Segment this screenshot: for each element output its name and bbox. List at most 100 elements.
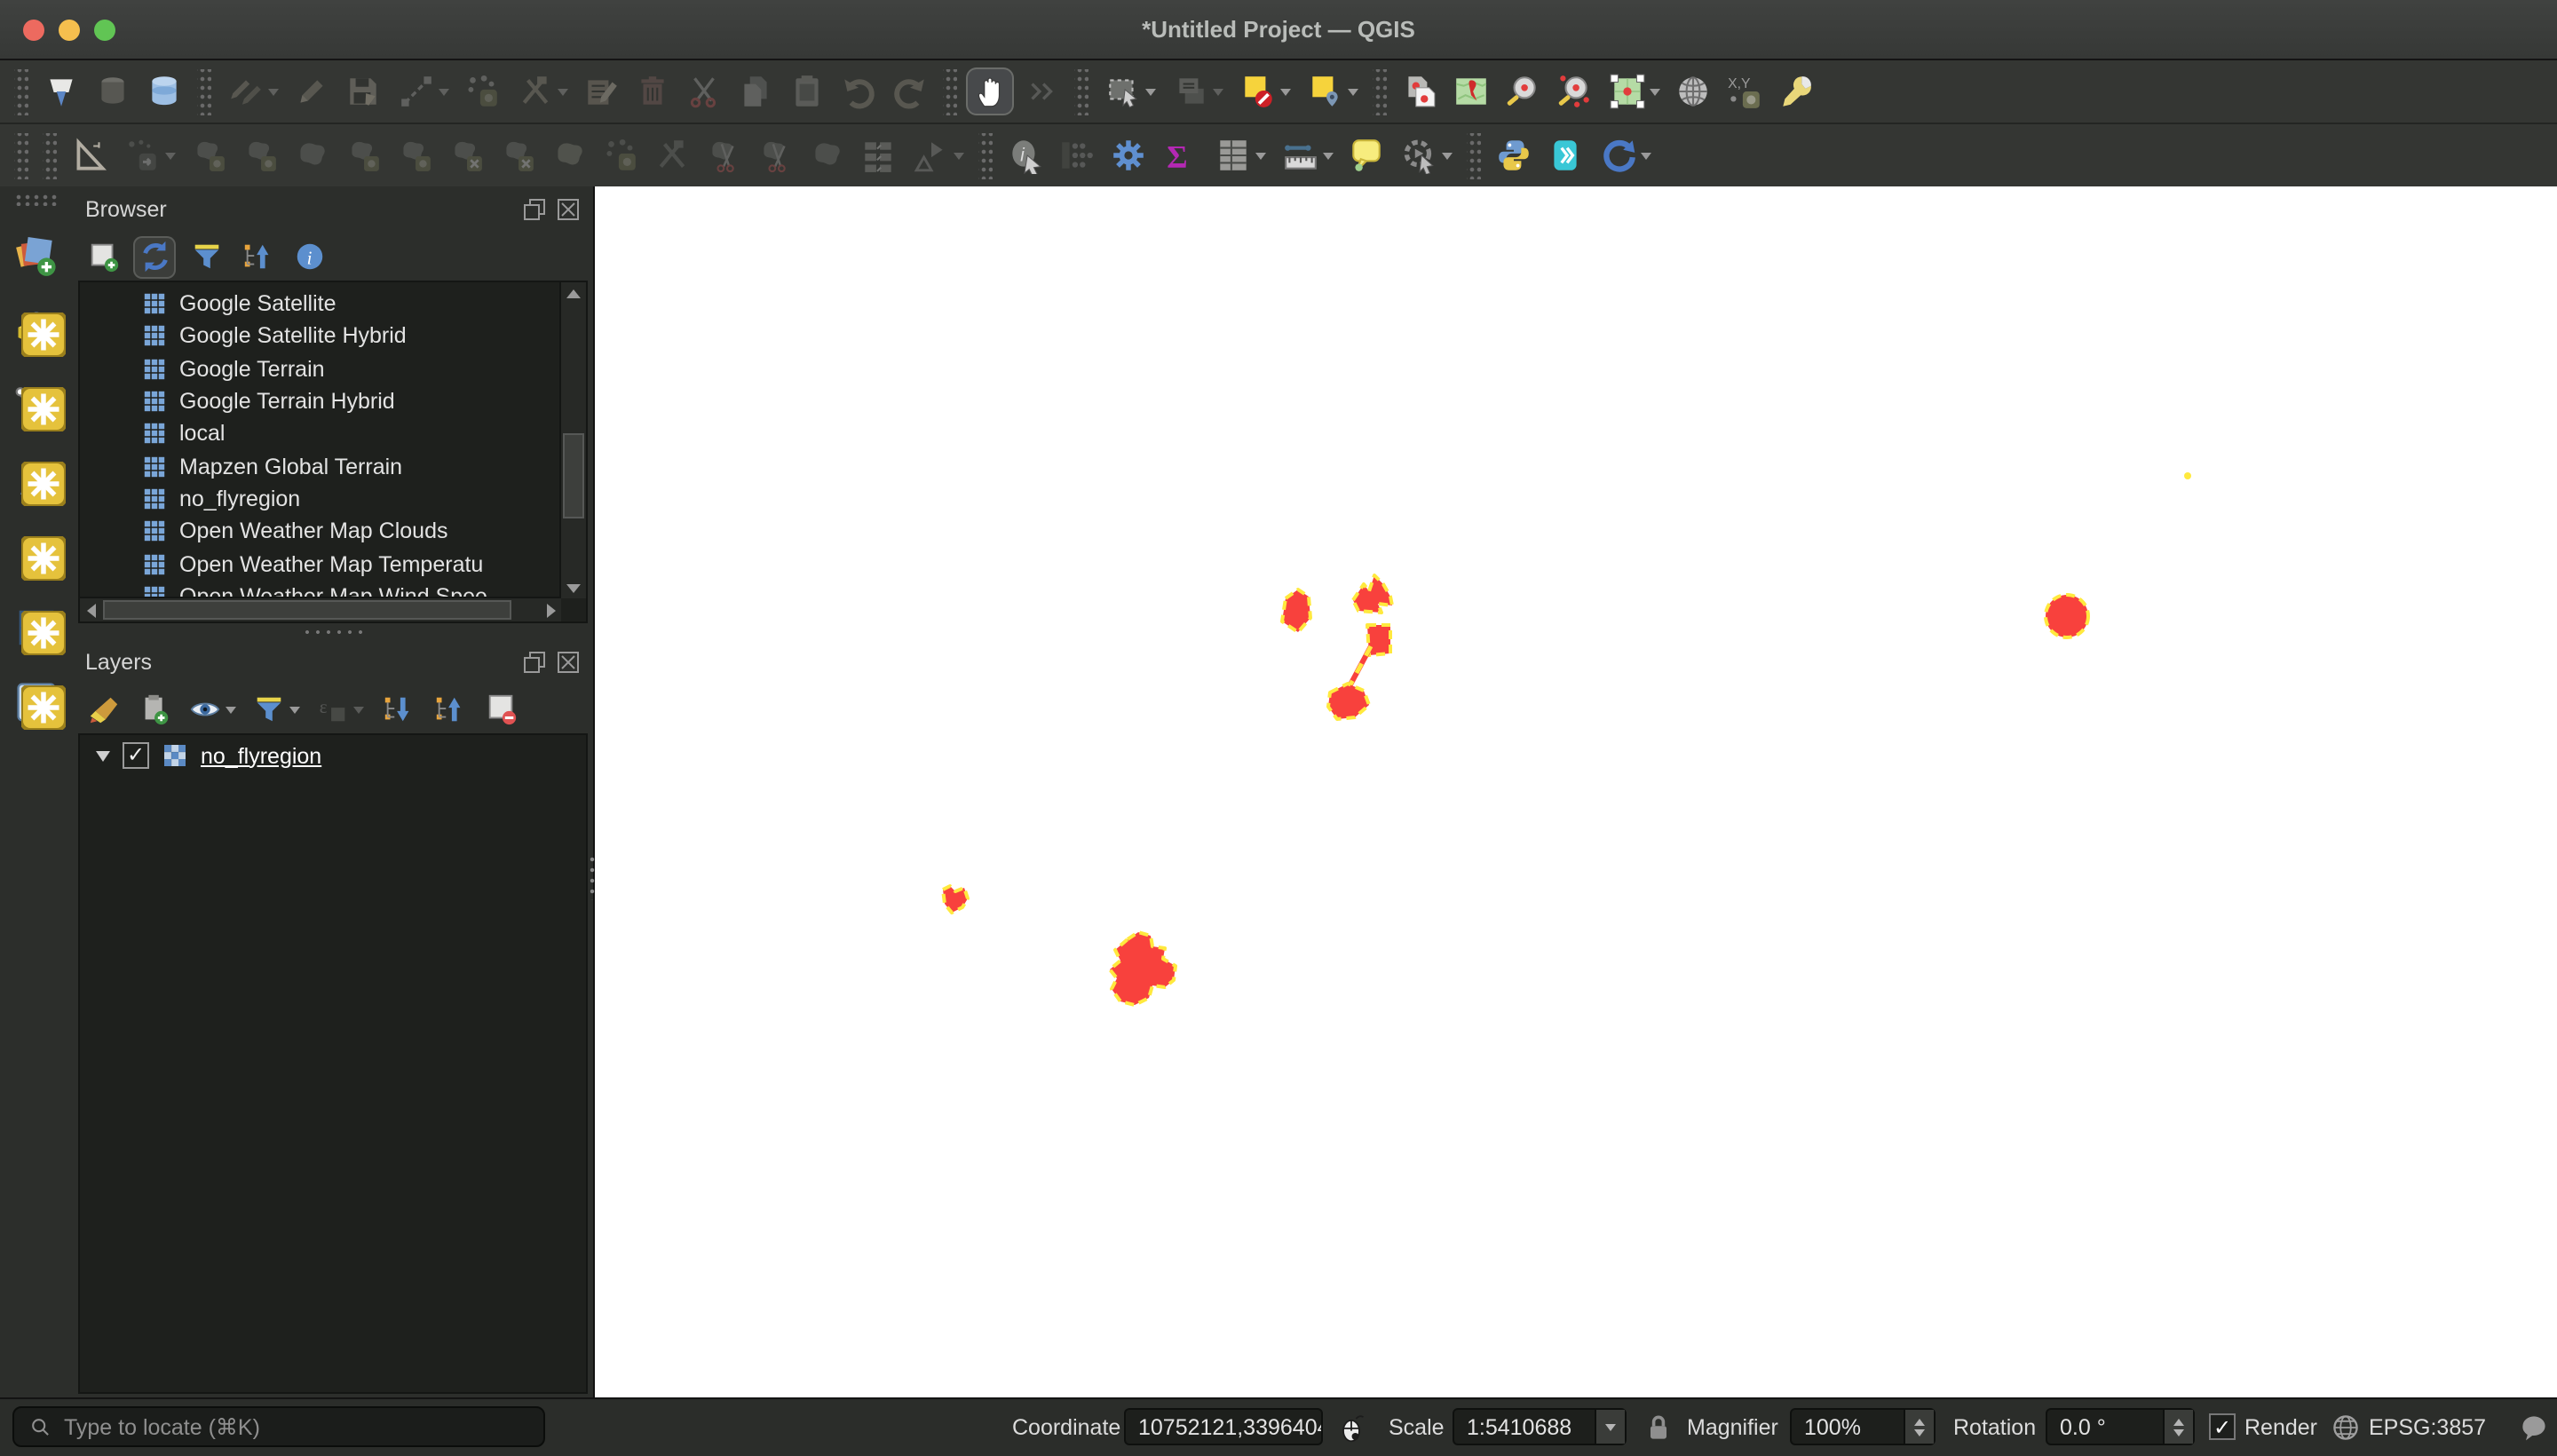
rotation-spinbox[interactable]: 0.0 °: [2046, 1408, 2195, 1445]
toolbar-handle[interactable]: [1074, 68, 1089, 115]
run-feature-action-icon[interactable]: [1394, 131, 1458, 179]
filter-browser-icon[interactable]: [185, 235, 227, 278]
osm-place-search-icon[interactable]: [1541, 131, 1589, 179]
toolbar-handle[interactable]: [1467, 132, 1481, 178]
yellow-dot[interactable]: [2184, 472, 2191, 479]
toolbar-overflow-chevron[interactable]: [1017, 67, 1065, 115]
close-window-button[interactable]: [23, 19, 44, 40]
browser-item[interactable]: Google Terrain: [80, 352, 586, 385]
scroll-left-arrow[interactable]: [80, 598, 101, 621]
copy-features-icon[interactable]: [732, 67, 780, 115]
expand-layer-icon[interactable]: [96, 750, 110, 761]
identify-features-icon[interactable]: [1001, 131, 1049, 179]
settings-wrench-icon[interactable]: [1772, 67, 1820, 115]
new-spatialite-layer-icon[interactable]: [10, 451, 63, 504]
toolbar-handle[interactable]: [13, 194, 59, 206]
map-tips-icon[interactable]: [1342, 131, 1390, 179]
new-spatial-bookmark-icon[interactable]: [1447, 67, 1495, 115]
expand-all-icon[interactable]: [376, 688, 419, 731]
processing-toolbox-icon[interactable]: [1104, 131, 1152, 179]
new-shapefile-layer-icon[interactable]: [10, 376, 63, 430]
database-icon[interactable]: [140, 67, 188, 115]
render-checkbox[interactable]: ✓: [2209, 1413, 2236, 1440]
mouse-extent-icon[interactable]: [1335, 1412, 1367, 1444]
delete-selected-icon[interactable]: [629, 67, 677, 115]
select-features-icon[interactable]: [1097, 67, 1161, 115]
vertex-editor-icon[interactable]: [597, 131, 645, 179]
select-by-value-icon[interactable]: [1300, 67, 1364, 115]
scrollbar-thumb[interactable]: [103, 600, 511, 620]
python-console-icon[interactable]: [1490, 131, 1538, 179]
dock-resize-handle[interactable]: [588, 854, 598, 900]
browser-item[interactable]: Open Weather Map Temperatu: [80, 548, 586, 581]
trim-extend-icon[interactable]: [648, 131, 696, 179]
layer-row[interactable]: ✓ no_flyregion: [80, 735, 586, 776]
nofly-polygon-g[interactable]: [1108, 930, 1177, 1007]
nofly-polygon-b[interactable]: [1351, 574, 1394, 614]
scroll-down-arrow[interactable]: [561, 577, 586, 598]
attribute-table-icon[interactable]: [1207, 131, 1271, 179]
paste-features-icon[interactable]: [783, 67, 831, 115]
toggle-editing-icon[interactable]: [288, 67, 336, 115]
statistics-summary-icon[interactable]: [1156, 131, 1204, 179]
select-by-form-icon[interactable]: [1165, 67, 1229, 115]
offset-curve-icon[interactable]: [494, 131, 542, 179]
collapse-all-icon[interactable]: [428, 688, 471, 731]
new-mesh-layer-icon[interactable]: [10, 600, 63, 653]
properties-widget-icon[interactable]: [288, 235, 330, 278]
split-features-icon[interactable]: [700, 131, 748, 179]
select-pointer-icon[interactable]: [906, 131, 970, 179]
vertex-tool-icon[interactable]: [458, 67, 506, 115]
zoom-to-selection-icon[interactable]: [1499, 67, 1547, 115]
manage-map-themes-icon[interactable]: [185, 688, 240, 731]
layer-visibility-checkbox[interactable]: ✓: [123, 742, 149, 769]
save-layer-edits-icon[interactable]: [339, 67, 387, 115]
toolbar-handle[interactable]: [14, 132, 28, 178]
split-parts-icon[interactable]: [751, 131, 799, 179]
deselect-all-icon[interactable]: [1232, 67, 1296, 115]
dark-cylinder-icon[interactable]: [89, 67, 137, 115]
nofly-polygon-a[interactable]: [1280, 588, 1312, 634]
refresh-icon[interactable]: [133, 235, 176, 278]
locator-search-input[interactable]: Type to locate (⌘K): [12, 1406, 545, 1447]
filter-legend-icon[interactable]: [249, 688, 304, 731]
new-virtual-layer-icon[interactable]: [10, 675, 63, 728]
processing-history-icon[interactable]: [1593, 131, 1657, 179]
zoom-to-layer-icon[interactable]: [1602, 67, 1666, 115]
simplify-feature-icon[interactable]: [236, 131, 284, 179]
new-map-view-icon[interactable]: [1396, 67, 1444, 115]
measure-icon[interactable]: [1275, 131, 1339, 179]
browser-item[interactable]: Google Satellite Hybrid: [80, 320, 586, 353]
coordinate-capture-icon[interactable]: [1721, 67, 1769, 115]
new-geopackage-layer-icon[interactable]: [10, 302, 63, 355]
toolbar-handle[interactable]: [197, 68, 211, 115]
abacus-icon[interactable]: [1053, 131, 1101, 179]
add-selected-layer-icon[interactable]: [82, 235, 124, 278]
crs-status[interactable]: EPSG:3857: [2369, 1399, 2486, 1456]
paint-bucket-icon[interactable]: [37, 67, 85, 115]
move-feature-icon[interactable]: [117, 131, 181, 179]
open-styling-panel-icon[interactable]: [82, 688, 124, 731]
add-group-icon[interactable]: [133, 688, 176, 731]
new-temporary-scratch-layer-icon[interactable]: [10, 526, 63, 579]
panel-splitter[interactable]: [73, 623, 593, 639]
multi-edit-icon[interactable]: [854, 131, 902, 179]
rotate-feature-icon[interactable]: [185, 131, 233, 179]
reshape-features-icon[interactable]: [545, 131, 593, 179]
undo-icon[interactable]: [835, 67, 883, 115]
digitize-segment-icon[interactable]: [391, 67, 455, 115]
close-panel-icon[interactable]: [556, 650, 581, 675]
cad-tools-icon[interactable]: [66, 131, 114, 179]
map-canvas[interactable]: [595, 186, 2557, 1399]
cut-features-icon[interactable]: [680, 67, 728, 115]
modify-attributes-icon[interactable]: [577, 67, 625, 115]
scroll-right-arrow[interactable]: [540, 598, 561, 621]
browser-item[interactable]: Open Weather Map Clouds: [80, 515, 586, 548]
rotation-spin-arrows[interactable]: [2163, 1410, 2193, 1444]
delete-ring-icon[interactable]: [391, 131, 439, 179]
data-source-manager-icon[interactable]: [10, 227, 63, 281]
collapse-all-icon[interactable]: [236, 235, 279, 278]
browser-item[interactable]: local: [80, 417, 586, 450]
zoom-window-button[interactable]: [94, 19, 115, 40]
toolbar-handle[interactable]: [43, 132, 57, 178]
